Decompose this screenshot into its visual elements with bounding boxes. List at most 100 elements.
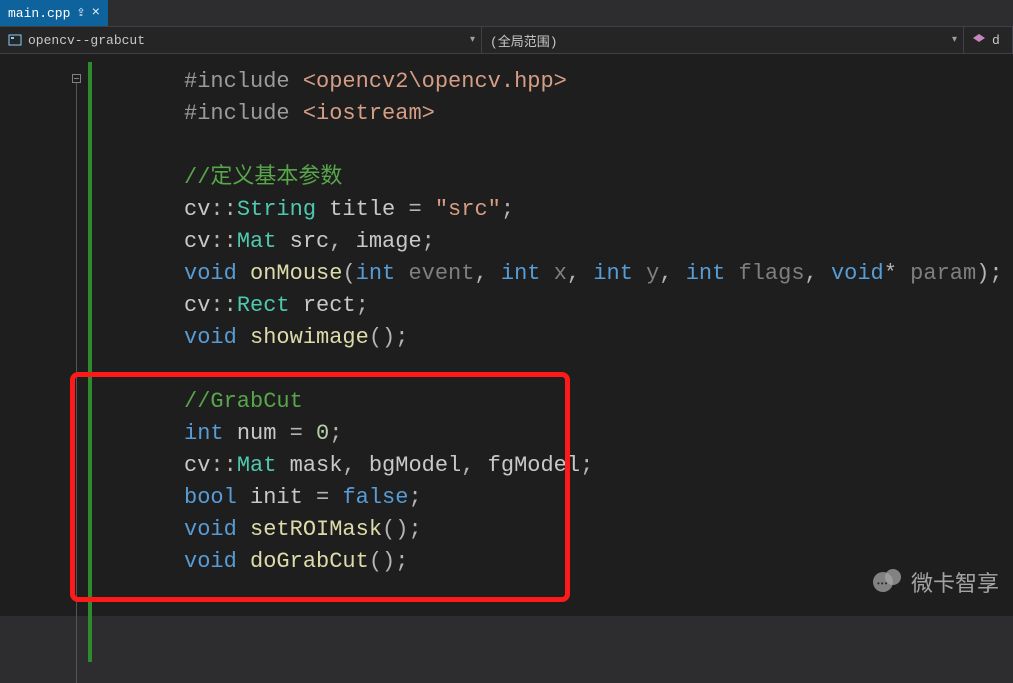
tok: ,: [659, 261, 672, 286]
tok: ;: [422, 229, 435, 254]
tok: String: [237, 197, 316, 222]
tok: ): [395, 517, 408, 542]
tok: #include: [184, 69, 290, 94]
tok: ::: [210, 293, 236, 318]
tok: param: [910, 261, 976, 286]
tok: void: [184, 325, 237, 350]
tok: ;: [329, 421, 342, 446]
tok: title: [329, 197, 395, 222]
tok: 0: [316, 421, 329, 446]
tok: ::: [210, 453, 236, 478]
tok: false: [342, 485, 408, 510]
tok: int: [686, 261, 726, 286]
tok: ;: [408, 485, 421, 510]
tok: showimage: [250, 325, 369, 350]
tok: "src": [435, 197, 501, 222]
tok: ,: [474, 261, 487, 286]
tok: bool: [184, 485, 237, 510]
tok: flags: [739, 261, 805, 286]
tok: src: [290, 229, 330, 254]
tok: ;: [395, 325, 408, 350]
tok: x: [554, 261, 567, 286]
tok: ,: [461, 453, 474, 478]
tok: ;: [580, 453, 593, 478]
fold-guide: [76, 83, 77, 683]
tok: ,: [342, 453, 355, 478]
tok: <iostream>: [303, 101, 435, 126]
pin-icon[interactable]: ⇪: [76, 6, 85, 20]
tok: ,: [567, 261, 580, 286]
chevron-down-icon: ▾: [470, 34, 475, 46]
tok: ;: [408, 517, 421, 542]
tok: cv: [184, 453, 210, 478]
tok: init: [250, 485, 303, 510]
tok: cv: [184, 197, 210, 222]
tok: void: [184, 517, 237, 542]
tok: (: [382, 517, 395, 542]
tok: ): [382, 325, 395, 350]
tok: (: [369, 325, 382, 350]
tok: =: [290, 421, 303, 446]
code-editor[interactable]: #include <opencv2\opencv.hpp> #include <…: [0, 54, 1013, 616]
tok: //GrabCut: [184, 389, 303, 414]
code-content[interactable]: #include <opencv2\opencv.hpp> #include <…: [84, 54, 1003, 616]
project-icon: [8, 33, 22, 47]
scope-dropdown[interactable]: (全局范围) ▾: [482, 27, 964, 53]
scope-label: (全局范围): [490, 31, 558, 50]
tok: ): [382, 549, 395, 574]
tok: doGrabCut: [250, 549, 369, 574]
project-name: opencv--grabcut: [28, 33, 145, 48]
tok: event: [408, 261, 474, 286]
tok: onMouse: [250, 261, 342, 286]
tok: //定义基本参数: [184, 165, 342, 190]
wechat-icon: •••: [873, 569, 903, 595]
tok: mask: [290, 453, 343, 478]
tok: setROIMask: [250, 517, 382, 542]
project-scope-dropdown[interactable]: opencv--grabcut ▾: [0, 27, 482, 53]
tok: (: [342, 261, 355, 286]
tok: bgModel: [369, 453, 461, 478]
tok: ,: [329, 229, 342, 254]
tab-bar: main.cpp ⇪ ×: [0, 0, 1013, 26]
member-label: d: [992, 33, 1000, 48]
tok: Mat: [237, 229, 277, 254]
tok: ,: [805, 261, 818, 286]
tok: =: [408, 197, 421, 222]
tok: cv: [184, 293, 210, 318]
tok: y: [646, 261, 659, 286]
tok: ::: [210, 229, 236, 254]
watermark: ••• 微卡智享: [873, 566, 999, 598]
tok: *: [884, 261, 897, 286]
tok: =: [316, 485, 329, 510]
member-icon: [972, 33, 986, 47]
tok: int: [184, 421, 224, 446]
tok: void: [184, 261, 237, 286]
tok: rect: [303, 293, 356, 318]
tok: int: [593, 261, 633, 286]
tok: ::: [210, 197, 236, 222]
watermark-text: 微卡智享: [911, 566, 999, 598]
file-tab-main[interactable]: main.cpp ⇪ ×: [0, 0, 108, 26]
navigation-bar: opencv--grabcut ▾ (全局范围) ▾ d: [0, 26, 1013, 54]
tok: void: [184, 549, 237, 574]
tok: int: [356, 261, 396, 286]
tok: #include: [184, 101, 290, 126]
tok: fgModel: [488, 453, 580, 478]
change-marker: [88, 62, 92, 662]
tok: image: [356, 229, 422, 254]
tab-filename: main.cpp: [8, 6, 70, 21]
tok: Mat: [237, 453, 277, 478]
tok: num: [237, 421, 277, 446]
tok: ;: [395, 549, 408, 574]
member-dropdown[interactable]: d: [964, 27, 1013, 53]
tok: ): [976, 261, 989, 286]
tok: int: [501, 261, 541, 286]
tok: ;: [501, 197, 514, 222]
tok: ;: [356, 293, 369, 318]
chevron-down-icon: ▾: [952, 34, 957, 46]
fold-toggle-icon[interactable]: [72, 74, 81, 83]
tok: <opencv2\opencv.hpp>: [303, 69, 567, 94]
tok: Rect: [237, 293, 290, 318]
tok: void: [831, 261, 884, 286]
close-icon[interactable]: ×: [92, 5, 100, 21]
